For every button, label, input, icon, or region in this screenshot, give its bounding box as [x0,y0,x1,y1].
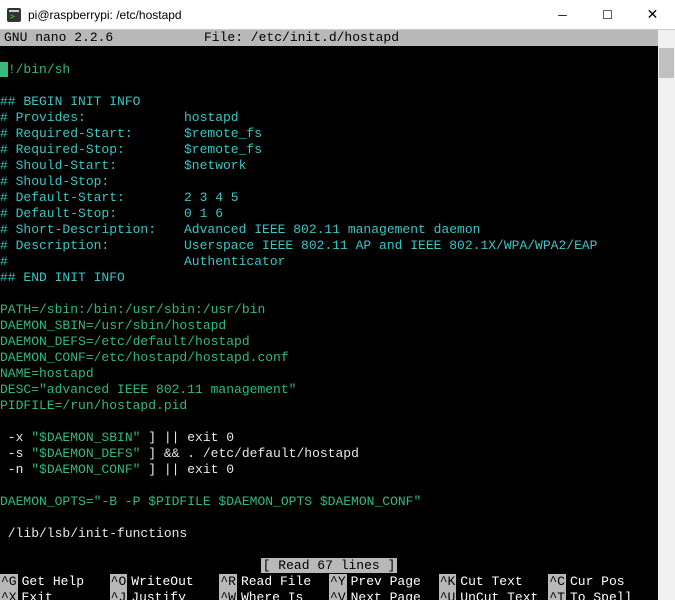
maximize-button[interactable]: ☐ [585,0,630,30]
init-end: ## END INIT INFO [0,270,658,286]
window-titlebar: > pi@raspberrypi: /etc/hostapd ─ ☐ ✕ [0,0,675,30]
minimize-button[interactable]: ─ [540,0,585,30]
shortcut-row-1: ^GGet Help ^OWriteOut ^RRead File ^YPrev… [0,574,658,590]
scrollbar-thumb[interactable] [659,48,674,78]
nano-version: GNU nano 2.2.6 [4,30,204,46]
shortcut-row-2: ^XExit ^JJustify ^WWhere Is ^VNext Page … [0,590,658,600]
vertical-scrollbar[interactable] [658,30,675,600]
nano-status: [ Read 67 lines ] [0,558,658,574]
editor-content[interactable]: !/bin/sh ## BEGIN INIT INFO # Provides:h… [0,46,658,558]
close-button[interactable]: ✕ [630,0,675,30]
terminal-icon: > [6,7,22,23]
init-begin: ## BEGIN INIT INFO [0,94,658,110]
shebang-line: !/bin/sh [8,62,70,77]
nano-header: GNU nano 2.2.6 File: /etc/init.d/hostapd [0,30,658,46]
nano-file-label: File: /etc/init.d/hostapd [204,30,654,46]
window-title: pi@raspberrypi: /etc/hostapd [28,8,540,22]
window-controls: ─ ☐ ✕ [540,0,675,30]
terminal[interactable]: GNU nano 2.2.6 File: /etc/init.d/hostapd… [0,30,658,600]
svg-text:>: > [10,12,15,21]
nano-shortcuts: ^GGet Help ^OWriteOut ^RRead File ^YPrev… [0,574,658,600]
